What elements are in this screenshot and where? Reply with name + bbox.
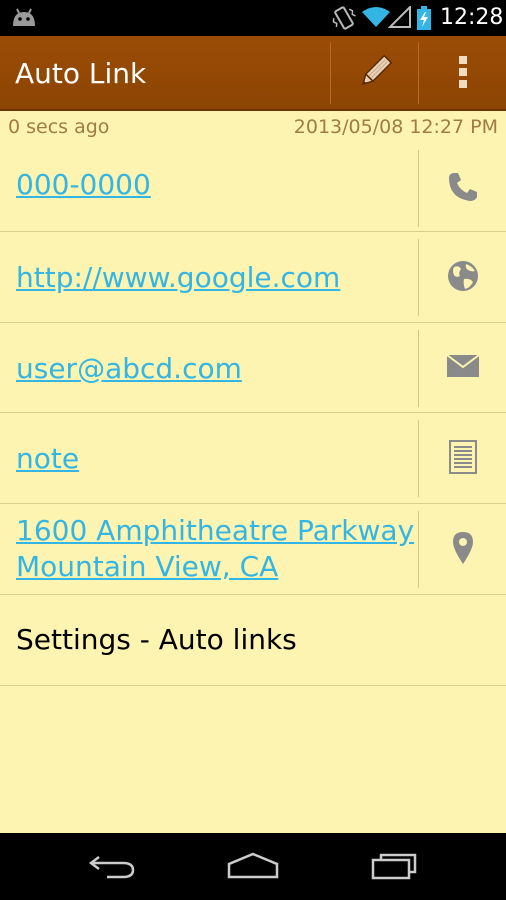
recent-apps-icon: [369, 850, 421, 884]
email-icon: [445, 353, 481, 383]
pencil-icon: [355, 52, 395, 96]
document-icon: [448, 439, 477, 478]
web-link[interactable]: http://www.google.com: [16, 260, 340, 296]
overflow-menu-button[interactable]: [419, 36, 506, 111]
address-link-line1[interactable]: 1600 Amphitheatre Parkway: [16, 513, 414, 549]
battery-icon: [416, 6, 432, 34]
link-row-email: user@abcd.com: [0, 323, 506, 413]
note-content: 0 secs ago 2013/05/08 12:27 PM 000-0000 …: [0, 111, 506, 833]
status-clock: 12:28: [440, 5, 504, 30]
app-title: Auto Link: [15, 57, 147, 90]
phone-link[interactable]: 000-0000: [16, 167, 151, 203]
recent-apps-button[interactable]: [335, 833, 455, 900]
phone-action-button[interactable]: [419, 145, 506, 232]
map-action-button[interactable]: [419, 504, 506, 595]
email-action-button[interactable]: [419, 323, 506, 413]
overflow-menu-icon: [457, 54, 469, 94]
link-row-map: 1600 Amphitheatre Parkway Mountain View,…: [0, 504, 506, 595]
note-meta: 0 secs ago 2013/05/08 12:27 PM: [0, 111, 506, 145]
note-link[interactable]: note: [16, 441, 79, 477]
web-action-button[interactable]: [419, 232, 506, 323]
email-link[interactable]: user@abcd.com: [16, 351, 242, 387]
address-link-line2[interactable]: Mountain View, CA: [16, 549, 278, 585]
back-icon: [87, 851, 137, 883]
edit-button[interactable]: [331, 36, 418, 111]
map-pin-icon: [452, 531, 474, 569]
note-action-button[interactable]: [419, 413, 506, 504]
action-bar: Auto Link: [0, 36, 506, 111]
signal-icon: [387, 4, 412, 32]
settings-label: Settings - Auto links: [16, 623, 297, 656]
relative-time: 0 secs ago: [8, 116, 110, 138]
navigation-bar: [0, 833, 506, 900]
status-bar: 12:28: [0, 0, 506, 36]
link-row-web: http://www.google.com: [0, 232, 506, 323]
link-row-phone: 000-0000: [0, 145, 506, 232]
home-icon: [225, 851, 281, 883]
home-button[interactable]: [193, 833, 313, 900]
vibrate-icon: [332, 5, 356, 35]
back-button[interactable]: [52, 833, 172, 900]
android-icon: [10, 6, 38, 32]
phone-icon: [446, 170, 480, 208]
note-timestamp: 2013/05/08 12:27 PM: [293, 116, 498, 138]
globe-icon: [446, 259, 480, 297]
wifi-icon: [362, 6, 390, 32]
settings-row[interactable]: Settings - Auto links: [0, 595, 506, 686]
link-row-note: note: [0, 413, 506, 504]
